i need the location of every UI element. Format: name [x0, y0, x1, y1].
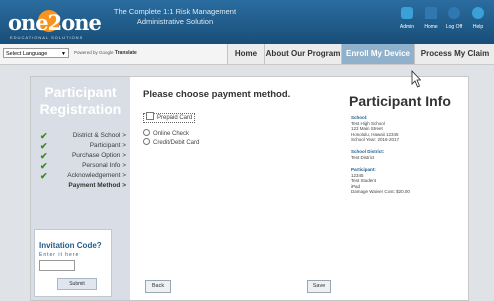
radio-icon: [143, 129, 150, 136]
participant-line: Damage Waiver Cost: $20.00: [351, 189, 410, 194]
step-label: District & School >: [72, 132, 126, 139]
logo-text: one2one: [8, 10, 102, 35]
back-button[interactable]: Back: [145, 280, 171, 293]
tab-about-our-program[interactable]: About Our Program: [264, 44, 341, 64]
tab-enroll-my-device[interactable]: Enroll My Device: [341, 44, 414, 64]
registration-title: Participant Registration: [31, 84, 130, 118]
prepaid-card-selection: Prepaid Card: [143, 112, 196, 123]
google-text: Google: [99, 50, 114, 55]
one2one-logo[interactable]: one2one EDUCATIONAL SOLUTIONS: [8, 8, 103, 40]
checkmark-icon: ✔: [40, 161, 48, 171]
logo-tagline: EDUCATIONAL SOLUTIONS: [10, 35, 84, 40]
step-personal-info[interactable]: ✔ Personal Info >: [31, 161, 130, 171]
registration-title-line-2: Registration: [39, 101, 122, 117]
powered-by-text: Powered by: [74, 50, 98, 55]
step-label: Purchase Option >: [71, 152, 126, 159]
tab-process-my-claim[interactable]: Process My Claim: [414, 44, 494, 64]
header-tagline: The Complete 1:1 Risk Management Adminis…: [105, 7, 245, 27]
option-prepaid-card[interactable]: Prepaid Card: [143, 112, 196, 123]
checkmark-icon: ✔: [40, 131, 48, 141]
step-participant[interactable]: ✔ Participant >: [31, 141, 130, 151]
option-label: Online Check: [153, 131, 190, 137]
log-off-icon: [448, 7, 460, 19]
log-off-link[interactable]: Log Off: [443, 7, 465, 30]
step-acknowledgement[interactable]: ✔ Acknowledgement >: [31, 171, 130, 181]
participant-section: Participant: 12345 Test Student iPad Dam…: [351, 167, 410, 195]
option-label: Credit/Debit Card: [153, 140, 200, 146]
help-label: Help: [472, 24, 484, 30]
option-label: Prepaid Card: [157, 115, 193, 121]
district-line: Test District: [351, 154, 375, 160]
step-payment-method: Payment Method >: [31, 181, 130, 191]
school-section: School: Test High School 123 Main Street…: [351, 115, 399, 143]
mouse-cursor-icon: [411, 70, 421, 88]
save-button[interactable]: Save: [307, 280, 331, 293]
admin-link[interactable]: Admin: [396, 7, 418, 30]
checkmark-icon: ✔: [40, 171, 48, 181]
tab-home[interactable]: Home: [227, 44, 264, 64]
participant-info-panel: Participant Info School: Test High Schoo…: [343, 77, 468, 300]
checkmark-icon: ✔: [40, 141, 48, 151]
checkmark-icon: ✔: [40, 151, 48, 161]
home-link[interactable]: Home: [420, 7, 442, 30]
language-select-value: Select Language: [6, 51, 48, 57]
registration-sidebar: Participant Registration ✔ District & Sch…: [31, 77, 130, 300]
step-label: Acknowledgement >: [67, 172, 126, 179]
invitation-title: Invitation Code?: [39, 241, 102, 250]
district-heading: School District:: [351, 149, 385, 154]
step-label: Participant >: [89, 142, 126, 149]
school-line: School Year: 2016-2017: [351, 137, 400, 142]
payment-title: Please choose payment method.: [143, 89, 291, 100]
registration-card: Participant Registration ✔ District & Sch…: [30, 76, 469, 301]
radio-icon: [143, 138, 150, 145]
invitation-code-input[interactable]: [39, 260, 75, 271]
invitation-code-box: Invitation Code? Enter it here Submit: [34, 229, 112, 297]
log-off-label: Log Off: [445, 24, 463, 30]
submit-button[interactable]: Submit: [57, 278, 97, 290]
step-label: Personal Info >: [82, 162, 126, 169]
invitation-subtitle: Enter it here: [39, 252, 80, 258]
registration-title-line-1: Participant: [44, 84, 117, 100]
participant-info-title: Participant Info: [349, 93, 451, 109]
help-icon: [472, 7, 484, 19]
translate-text: Translate: [114, 50, 137, 56]
step-label: Payment Method >: [68, 182, 126, 189]
admin-label: Admin: [399, 24, 415, 30]
step-district-school[interactable]: ✔ District & School >: [31, 131, 130, 141]
tagline-line-1: The Complete 1:1 Risk Management: [113, 7, 237, 16]
home-icon: [425, 7, 437, 19]
option-credit-debit-card[interactable]: Credit/Debit Card: [143, 138, 199, 146]
toolbar: Select Language ▼ Powered by Google Tran…: [0, 44, 494, 65]
option-online-check[interactable]: Online Check: [143, 129, 189, 137]
registration-steps: ✔ District & School > ✔ Participant > ✔ Pur…: [31, 131, 130, 191]
admin-icon: [401, 7, 413, 19]
site-header: one2one EDUCATIONAL SOLUTIONS The Comple…: [0, 0, 494, 44]
help-link[interactable]: Help: [467, 7, 489, 30]
language-select[interactable]: Select Language ▼: [3, 48, 69, 58]
google-translate-credit[interactable]: Powered by Google Translate: [74, 50, 137, 56]
chevron-down-icon: ▼: [61, 51, 66, 57]
tagline-line-2: Administrative Solution: [136, 17, 214, 26]
checkbox-icon: [146, 112, 154, 120]
step-purchase-option[interactable]: ✔ Purchase Option >: [31, 151, 130, 161]
district-section: School District: Test District: [351, 149, 384, 160]
home-label: Home: [424, 24, 438, 30]
